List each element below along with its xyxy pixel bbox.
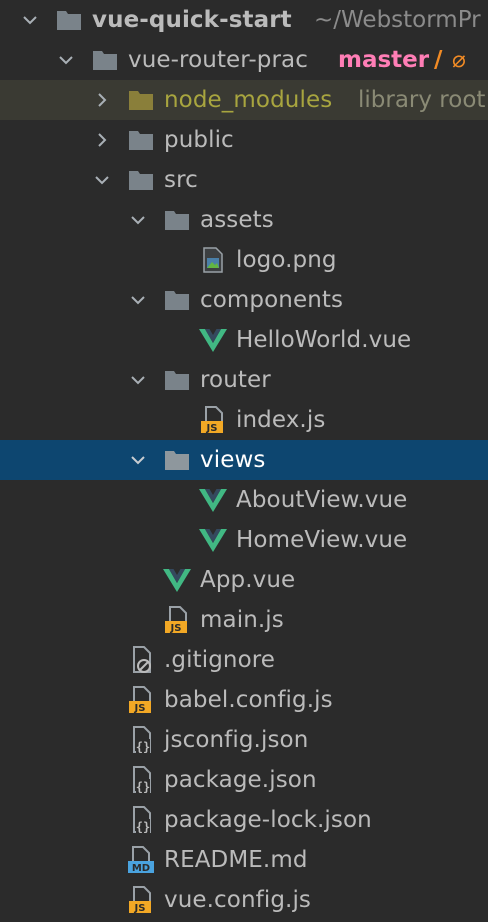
tree-item-label: babel.config.js [164, 687, 333, 713]
tree-item-label: assets [200, 207, 274, 233]
tree-row-router[interactable]: router [0, 360, 488, 400]
tree-item-label: components [200, 287, 344, 313]
tree-item-label: .gitignore [164, 647, 276, 673]
folder-icon [54, 0, 84, 40]
folder-icon [90, 40, 120, 80]
tree-row-readme-md[interactable]: MD README.md [0, 840, 488, 880]
tree-row-main-js[interactable]: JS main.js [0, 600, 488, 640]
folder-icon [162, 440, 192, 480]
chevron-down-icon[interactable] [126, 280, 150, 320]
tree-item-label: router [200, 367, 271, 393]
json-badge: {} [136, 740, 150, 754]
vue-file-icon [198, 520, 228, 560]
json-badge: {} [136, 820, 150, 834]
js-file-icon: JS [126, 880, 156, 920]
tree-item-label: node_modules [164, 87, 333, 113]
tree-item-label: package.json [164, 767, 317, 793]
folder-icon [162, 200, 192, 240]
tree-item-label: vue.config.js [164, 887, 312, 913]
tree-row-root[interactable]: vue-quick-start ~/WebstormPr [0, 0, 488, 40]
vue-file-icon [162, 560, 192, 600]
tree-row-node-modules[interactable]: node_modules library root [0, 80, 488, 120]
vue-file-icon [198, 320, 228, 360]
folder-icon [126, 120, 156, 160]
folder-icon [126, 80, 156, 120]
chevron-right-icon[interactable] [90, 120, 114, 160]
tree-item-label: HomeView.vue [236, 527, 408, 553]
chevron-down-icon[interactable] [90, 160, 114, 200]
chevron-down-icon[interactable] [126, 360, 150, 400]
folder-icon [162, 280, 192, 320]
tree-item-label: package-lock.json [164, 807, 372, 833]
chevron-down-icon[interactable] [126, 200, 150, 240]
tree-item-label: main.js [200, 607, 284, 633]
tree-item-label: App.vue [200, 567, 296, 593]
tree-row-public[interactable]: public [0, 120, 488, 160]
tree-row-index-js[interactable]: JS index.js [0, 400, 488, 440]
tree-row-package-json[interactable]: {} package.json [0, 760, 488, 800]
js-file-icon: JS [162, 600, 192, 640]
tree-item-label: AboutView.vue [236, 487, 408, 513]
tree-item-label: jsconfig.json [164, 727, 309, 753]
chevron-down-icon[interactable] [54, 40, 78, 80]
chevron-right-icon[interactable] [90, 80, 114, 120]
ignore-file-icon [126, 640, 156, 680]
folder-icon [126, 160, 156, 200]
git-branch-separator: / [434, 47, 443, 73]
tree-item-label: index.js [236, 407, 326, 433]
tree-row-package-lock-json[interactable]: {} package-lock.json [0, 800, 488, 840]
js-badge: JS [206, 423, 218, 434]
git-branch-name: master [338, 47, 430, 73]
json-file-icon: {} [126, 800, 156, 840]
tree-row-components[interactable]: components [0, 280, 488, 320]
tree-root-label: vue-quick-start [92, 7, 292, 33]
project-tree: vue-quick-start ~/WebstormPr vue-router-… [0, 0, 488, 922]
tree-root-path: ~/WebstormPr [314, 7, 481, 33]
js-file-icon: JS [126, 680, 156, 720]
tree-row-project[interactable]: vue-router-prac master / ⌀ [0, 40, 488, 80]
tree-row-homeview-vue[interactable]: HomeView.vue [0, 520, 488, 560]
tree-item-label: src [164, 167, 198, 193]
tree-row-gitignore[interactable]: .gitignore [0, 640, 488, 680]
json-file-icon: {} [126, 760, 156, 800]
tree-row-jsconfig-json[interactable]: {} jsconfig.json [0, 720, 488, 760]
js-badge: JS [170, 623, 182, 634]
chevron-down-icon[interactable] [18, 0, 42, 40]
md-badge: MD [132, 863, 150, 874]
library-root-hint: library root [358, 87, 486, 113]
js-badge: JS [134, 703, 146, 714]
tree-row-logo-png[interactable]: logo.png [0, 240, 488, 280]
tree-row-helloworld-vue[interactable]: HelloWorld.vue [0, 320, 488, 360]
tree-item-label: logo.png [236, 247, 337, 273]
js-badge: JS [134, 903, 146, 914]
json-badge: {} [136, 780, 150, 794]
tree-item-label: HelloWorld.vue [236, 327, 412, 353]
tree-item-label: README.md [164, 847, 308, 873]
tree-row-views[interactable]: views [0, 440, 488, 480]
image-file-icon [198, 240, 228, 280]
js-file-icon: JS [198, 400, 228, 440]
tree-row-assets[interactable]: assets [0, 200, 488, 240]
tree-row-src[interactable]: src [0, 160, 488, 200]
tree-row-babel-config-js[interactable]: JS babel.config.js [0, 680, 488, 720]
markdown-file-icon: MD [126, 840, 156, 880]
tree-row-app-vue[interactable]: App.vue [0, 560, 488, 600]
git-branch-status: ⌀ [452, 47, 466, 73]
tree-row-vue-config-js[interactable]: JS vue.config.js [0, 880, 488, 920]
tree-project-label: vue-router-prac [128, 47, 308, 73]
json-file-icon: {} [126, 720, 156, 760]
vue-file-icon [198, 480, 228, 520]
chevron-down-icon[interactable] [126, 440, 150, 480]
tree-item-label: public [164, 127, 234, 153]
folder-icon [162, 360, 192, 400]
tree-item-label: views [200, 447, 266, 473]
tree-row-aboutview-vue[interactable]: AboutView.vue [0, 480, 488, 520]
